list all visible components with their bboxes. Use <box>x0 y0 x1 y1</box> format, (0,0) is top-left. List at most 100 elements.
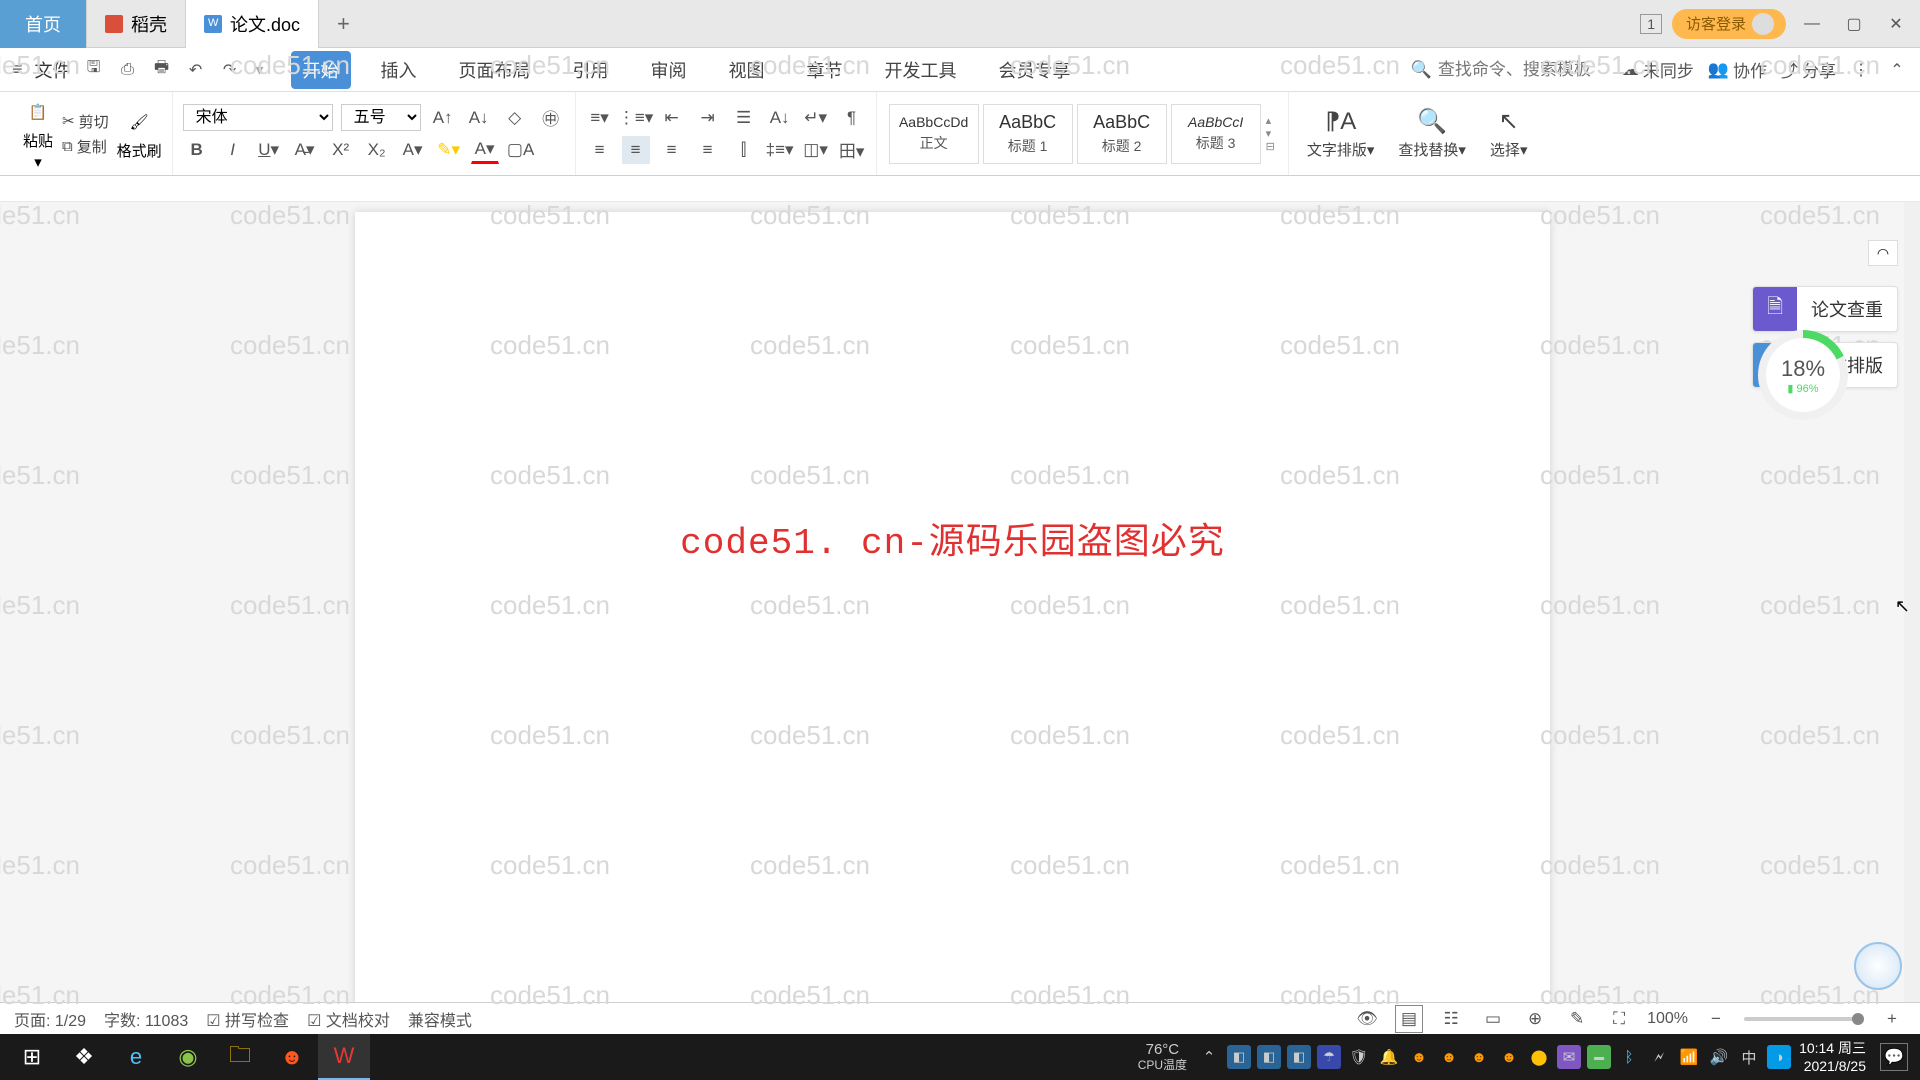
word-count[interactable]: 字数: 11083 <box>104 1007 188 1031</box>
sync-status[interactable]: ☁未同步 <box>1622 57 1694 82</box>
start-button[interactable]: ⊞ <box>6 1034 58 1080</box>
styles-up-icon[interactable]: ▴ <box>1266 114 1275 127</box>
volume-icon[interactable]: 🔊 <box>1707 1045 1731 1069</box>
eye-icon[interactable]: 👁 <box>1353 1005 1381 1033</box>
select-button[interactable]: ↖选择▾ <box>1482 107 1536 160</box>
tray-icon-4[interactable]: ☂ <box>1317 1045 1341 1069</box>
search-input[interactable] <box>1438 60 1608 80</box>
task-wps[interactable]: W <box>318 1034 370 1080</box>
italic-icon[interactable]: I <box>219 136 247 164</box>
zoom-in-icon[interactable]: + <box>1878 1005 1906 1033</box>
styles-down-icon[interactable]: ▾ <box>1266 127 1275 140</box>
pen-icon[interactable]: ✎ <box>1563 1005 1591 1033</box>
line-spacing-icon[interactable]: ‡≡▾ <box>766 136 794 164</box>
style-body[interactable]: AaBbCcDd正文 <box>889 104 979 164</box>
collapse-ribbon-icon[interactable]: ⌃ <box>1886 59 1908 81</box>
text-layout-button[interactable]: ⁋A文字排版▾ <box>1299 107 1383 160</box>
proofread-toggle[interactable]: ☑ 文档校对 <box>307 1007 390 1031</box>
task-ie[interactable]: e <box>110 1034 162 1080</box>
show-marks-icon[interactable]: ¶ <box>838 104 866 132</box>
style-h2[interactable]: AaBbC标题 2 <box>1077 104 1167 164</box>
tray-icon-3[interactable]: ◧ <box>1287 1045 1311 1069</box>
command-search[interactable]: 🔍 <box>1411 60 1608 80</box>
menu-view[interactable]: 视图 <box>717 51 777 89</box>
tray-icon-2[interactable]: ◧ <box>1257 1045 1281 1069</box>
strike-icon[interactable]: A̵▾ <box>291 136 319 164</box>
decrease-indent-icon[interactable]: ⇤ <box>658 104 686 132</box>
zoom-out-icon[interactable]: − <box>1702 1005 1730 1033</box>
underline-icon[interactable]: U▾ <box>255 136 283 164</box>
more-icon[interactable]: ⋮ <box>1850 59 1872 81</box>
collab-button[interactable]: 👥协作 <box>1708 57 1767 82</box>
clear-format-icon[interactable]: ◇ <box>501 104 529 132</box>
print-preview-icon[interactable]: 🖶 <box>151 59 173 81</box>
format-painter-icon[interactable]: 🖌 <box>123 106 155 138</box>
increase-indent-icon[interactable]: ⇥ <box>694 104 722 132</box>
maximize-button[interactable]: ▢ <box>1838 8 1870 40</box>
tab-docker[interactable]: 稻壳 <box>87 0 186 48</box>
line-break-icon[interactable]: ↵▾ <box>802 104 830 132</box>
save-icon[interactable]: 🖫 <box>83 59 105 81</box>
action-center-icon[interactable]: 💬 <box>1880 1043 1908 1071</box>
style-h3[interactable]: AaBbCcI标题 3 <box>1171 104 1261 164</box>
zoom-slider[interactable] <box>1744 1017 1864 1021</box>
menu-devtools[interactable]: 开发工具 <box>873 51 969 89</box>
share-button[interactable]: ⤴分享 <box>1781 57 1836 82</box>
paste-icon[interactable]: 📋 <box>22 96 54 128</box>
text-effect-icon[interactable]: A▾ <box>399 136 427 164</box>
tray-extra-icon[interactable]: ◑ <box>1767 1045 1791 1069</box>
highlight-icon[interactable]: ✎▾ <box>435 136 463 164</box>
undo-icon[interactable]: ↶ <box>185 59 207 81</box>
numbering-icon[interactable]: ⋮≡▾ <box>622 104 650 132</box>
window-count-badge[interactable]: 1 <box>1640 14 1662 34</box>
login-button[interactable]: 访客登录 <box>1672 9 1786 39</box>
styles-more-icon[interactable]: ⊟ <box>1266 140 1275 153</box>
subscript-icon[interactable]: X₂ <box>363 136 391 164</box>
plagiarism-check-button[interactable]: 🗎 论文查重 <box>1752 286 1898 332</box>
zoom-level[interactable]: 100% <box>1647 1010 1688 1028</box>
justify-icon[interactable]: ≡ <box>694 136 722 164</box>
tab-document[interactable]: 论文.doc <box>186 0 319 48</box>
file-menu[interactable]: 文件 <box>35 57 71 83</box>
menu-page-layout[interactable]: 页面布局 <box>447 51 543 89</box>
bullets-icon[interactable]: ≡▾ <box>586 104 614 132</box>
tab-add[interactable]: + <box>319 11 368 37</box>
superscript-icon[interactable]: X² <box>327 136 355 164</box>
task-app-2[interactable]: ☻ <box>266 1034 318 1080</box>
align-left-icon[interactable]: ≡ <box>586 136 614 164</box>
task-app-1[interactable]: ❖ <box>58 1034 110 1080</box>
web-icon[interactable]: ⊕ <box>1521 1005 1549 1033</box>
tray-face-1[interactable]: ☻ <box>1407 1045 1431 1069</box>
hamburger-icon[interactable]: ≡ <box>12 59 23 80</box>
assistant-bubble[interactable] <box>1854 942 1902 990</box>
tray-nvidia-icon[interactable]: ▬ <box>1587 1045 1611 1069</box>
tray-face-2[interactable]: ☻ <box>1437 1045 1461 1069</box>
read-icon[interactable]: ▭ <box>1479 1005 1507 1033</box>
borders-icon[interactable]: 田▾ <box>838 136 866 164</box>
copy-button[interactable]: ⧉复制 <box>62 136 109 157</box>
tray-shield-icon[interactable]: 🛡 <box>1347 1045 1371 1069</box>
collapse-panel-icon[interactable]: ◠ <box>1868 240 1898 266</box>
tray-icon-1[interactable]: ◧ <box>1227 1045 1251 1069</box>
cpu-temp[interactable]: 76°C CPU温度 <box>1128 1042 1197 1072</box>
tray-chat-icon[interactable]: ⬤ <box>1527 1045 1551 1069</box>
outline-icon[interactable]: ☷ <box>1437 1005 1465 1033</box>
align-center-icon[interactable]: ≡ <box>622 136 650 164</box>
font-size-select[interactable]: 五号 <box>341 104 421 131</box>
redo-icon[interactable]: ↷ <box>219 59 241 81</box>
style-h1[interactable]: AaBbC标题 1 <box>983 104 1073 164</box>
fit-icon[interactable]: ⛶ <box>1605 1005 1633 1033</box>
battery-icon[interactable]: 🗲 <box>1647 1045 1671 1069</box>
progress-widget[interactable]: 18% ▮ 96% <box>1758 330 1848 420</box>
find-replace-button[interactable]: 🔍查找替换▾ <box>1390 107 1474 160</box>
font-name-select[interactable]: 宋体 <box>183 104 333 131</box>
clock[interactable]: 10:14 周三 2021/8/25 <box>1791 1039 1874 1075</box>
menu-references[interactable]: 引用 <box>561 51 621 89</box>
paste-button[interactable]: 粘贴 <box>23 130 53 151</box>
phonetic-icon[interactable]: ㊥ <box>537 104 565 132</box>
tray-bell-icon[interactable]: 🔔 <box>1377 1045 1401 1069</box>
vertical-scrollbar[interactable] <box>1904 202 1920 1002</box>
sort-icon[interactable]: A↓ <box>766 104 794 132</box>
task-explorer[interactable]: 🗀 <box>214 1034 266 1080</box>
ime-indicator[interactable]: 中 <box>1737 1045 1761 1069</box>
